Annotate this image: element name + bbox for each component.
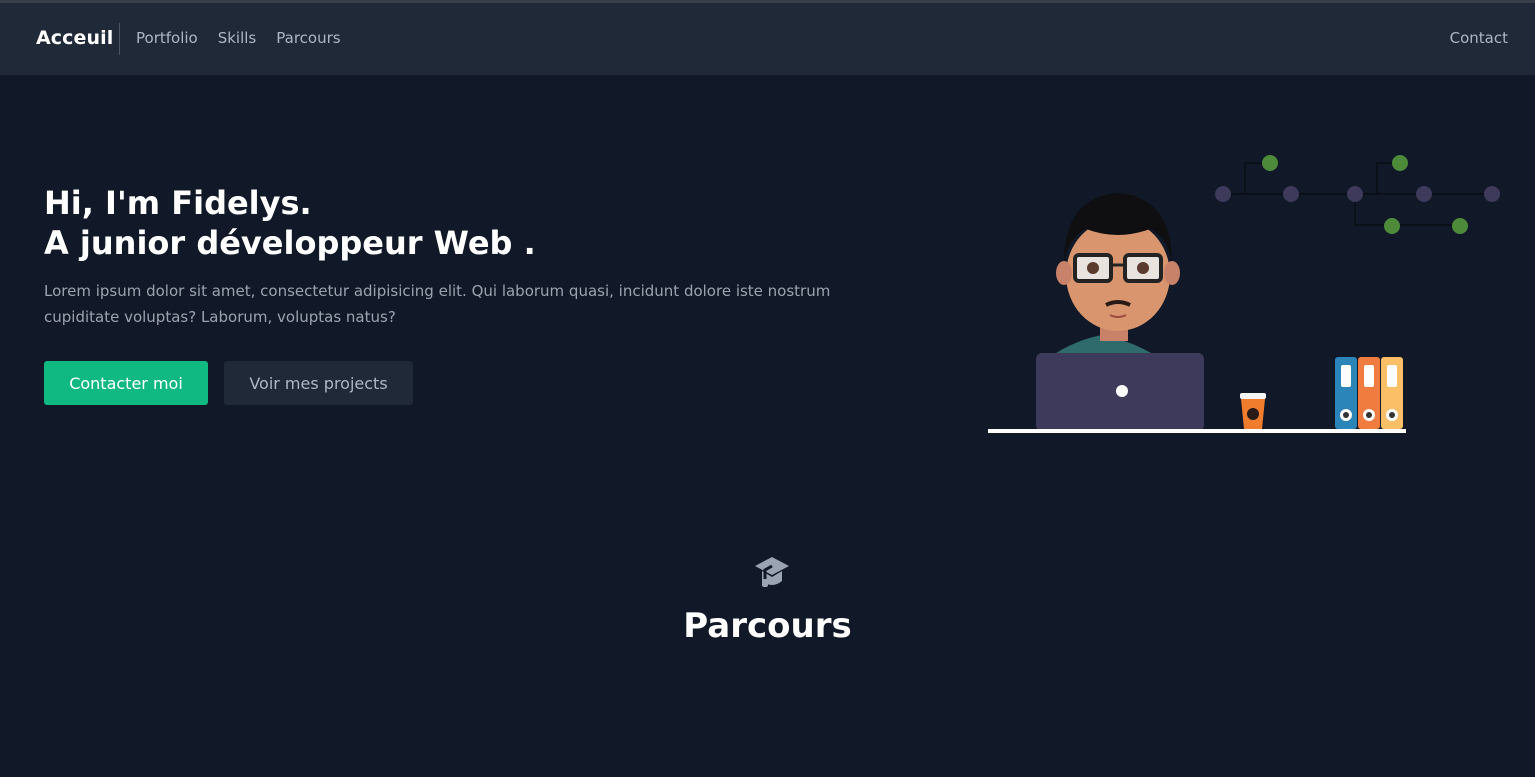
nav-links: Portfolio Skills Parcours [136,29,341,47]
hero-title-line1: Hi, I'm Fidelys. [44,184,312,222]
desk-line [988,429,1406,433]
coffee-cup [1240,393,1266,429]
network-graph [1215,155,1500,234]
graduation-cap-icon [755,557,789,587]
nav-link-parcours[interactable]: Parcours [276,29,340,47]
nav-link-skills[interactable]: Skills [218,29,257,47]
hero-title: Hi, I'm Fidelys. A junior développeur We… [44,183,536,263]
developer-avatar [1050,193,1180,357]
hero-title-line2: A junior développeur Web . [44,224,536,262]
laptop [1036,353,1204,431]
folder-binders [1335,357,1403,429]
contact-button[interactable]: Contacter moi [44,361,208,405]
nav-brand-home[interactable]: Acceuil [36,27,113,49]
nav-divider [119,23,120,55]
nav-link-contact[interactable]: Contact [1450,29,1508,47]
developer-illustration [988,155,1500,433]
navbar: Acceuil Portfolio Skills Parcours Contac… [0,3,1535,75]
section-title: Parcours [683,606,852,646]
hero-description: Lorem ipsum dolor sit amet, consectetur … [44,282,831,326]
view-projects-button[interactable]: Voir mes projects [224,361,413,405]
nav-link-portfolio[interactable]: Portfolio [136,29,198,47]
